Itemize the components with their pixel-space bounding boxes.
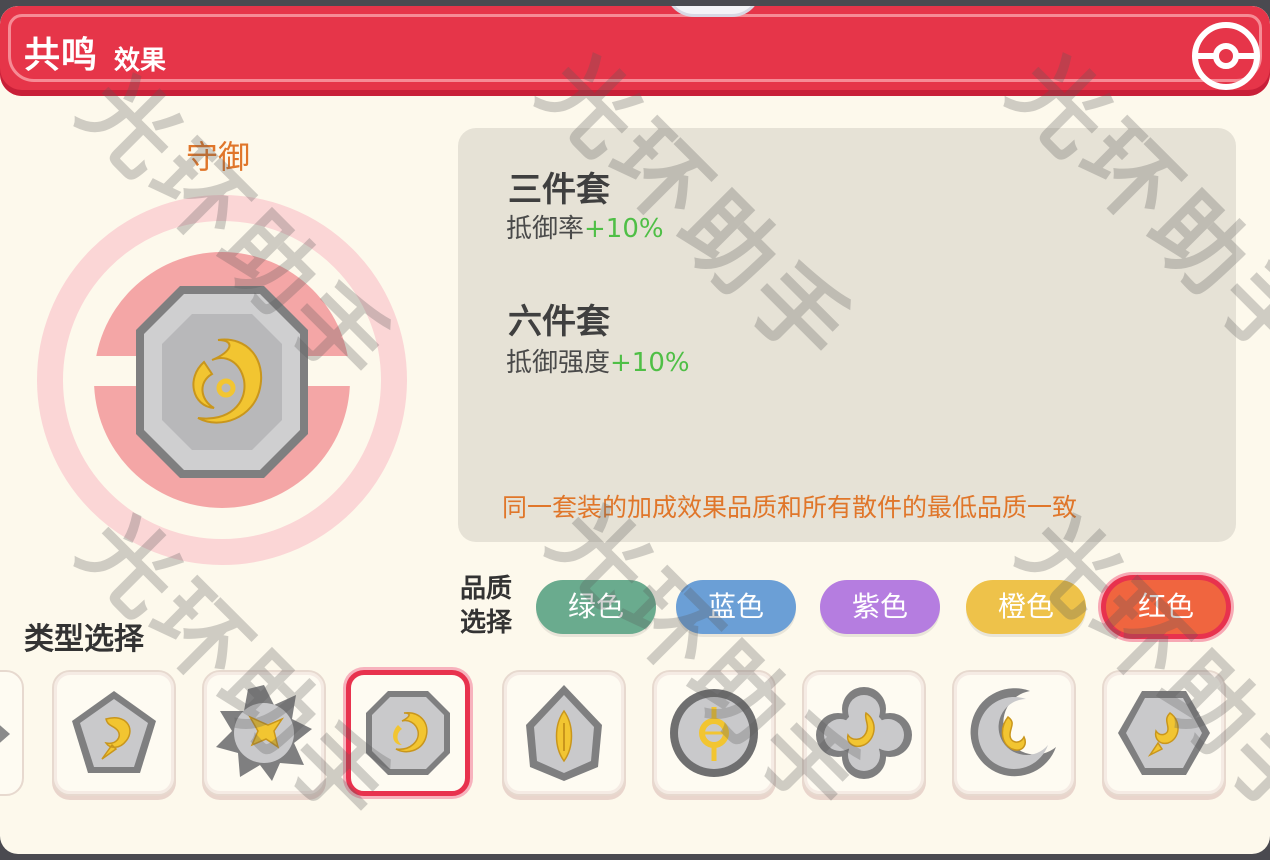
- type-slot-pentagon[interactable]: [52, 670, 176, 796]
- prev-type-slot[interactable]: [0, 670, 24, 796]
- six-piece-title: 六件套: [508, 302, 610, 342]
- type-slot-drop-shield[interactable]: [502, 670, 626, 796]
- three-piece-title: 三件套: [508, 170, 610, 210]
- drop-shield-emblem-icon: [526, 685, 602, 781]
- set-bonus-info: 三件套 抵御率+10% 六件套 抵御强度+10% 同一套装的加成效果品质和所有散…: [458, 128, 1236, 542]
- type-slot-octagon[interactable]: [346, 670, 470, 796]
- hexagon-emblem-icon: [1118, 691, 1210, 775]
- quality-red-button[interactable]: 红色: [1106, 580, 1226, 634]
- six-piece-effect: 抵御强度+10%: [506, 342, 690, 379]
- quality-label: 品质 选择: [460, 572, 524, 640]
- spiky-star-emblem-icon: [216, 685, 312, 781]
- header-border: [8, 14, 1262, 82]
- close-button[interactable]: [1190, 20, 1262, 92]
- pentagon-emblem-icon: [72, 691, 156, 773]
- chevron-left-icon: [0, 725, 10, 743]
- type-slot-crescent[interactable]: [952, 670, 1076, 796]
- type-slot-circle-eye[interactable]: [652, 670, 776, 796]
- selected-set-emblem: [32, 190, 412, 570]
- quality-label-line2: 选择: [460, 608, 513, 638]
- quality-purple-button[interactable]: 紫色: [820, 580, 940, 634]
- cloud-emblem-icon: [816, 687, 912, 779]
- quality-green-button[interactable]: 绿色: [536, 580, 656, 634]
- panel-subtitle: 效果: [114, 46, 167, 76]
- header-bar: 共鸣 效果: [0, 6, 1270, 96]
- six-piece-stat: 抵御强度: [506, 348, 611, 378]
- three-piece-bonus: +10%: [584, 214, 664, 244]
- quality-note: 同一套装的加成效果品质和所有散件的最低品质一致: [502, 493, 1078, 522]
- circle-eye-emblem-icon: [670, 689, 758, 777]
- resonance-panel: 共鸣 效果 守御 三件套 抵御率+10% 六件套 抵御强度+10% 同一套装的加…: [0, 6, 1270, 854]
- quality-label-line1: 品质: [460, 574, 513, 604]
- panel-title: 共鸣: [24, 35, 99, 76]
- quality-orange-button[interactable]: 橙色: [966, 580, 1086, 634]
- crescent-moon-emblem-icon: [970, 688, 1056, 777]
- set-name: 守御: [186, 138, 251, 176]
- type-slot-spiky-star[interactable]: [202, 670, 326, 796]
- type-slot-cloud[interactable]: [802, 670, 926, 796]
- type-select-label: 类型选择: [24, 622, 144, 657]
- three-piece-effect: 抵御率+10%: [506, 208, 664, 245]
- three-piece-stat: 抵御率: [506, 214, 585, 244]
- quality-blue-button[interactable]: 蓝色: [676, 580, 796, 634]
- six-piece-bonus: +10%: [610, 348, 690, 378]
- pokeball-close-icon: [1192, 22, 1260, 90]
- type-slot-hexagon[interactable]: [1102, 670, 1226, 796]
- octagon-emblem-icon: [366, 691, 450, 775]
